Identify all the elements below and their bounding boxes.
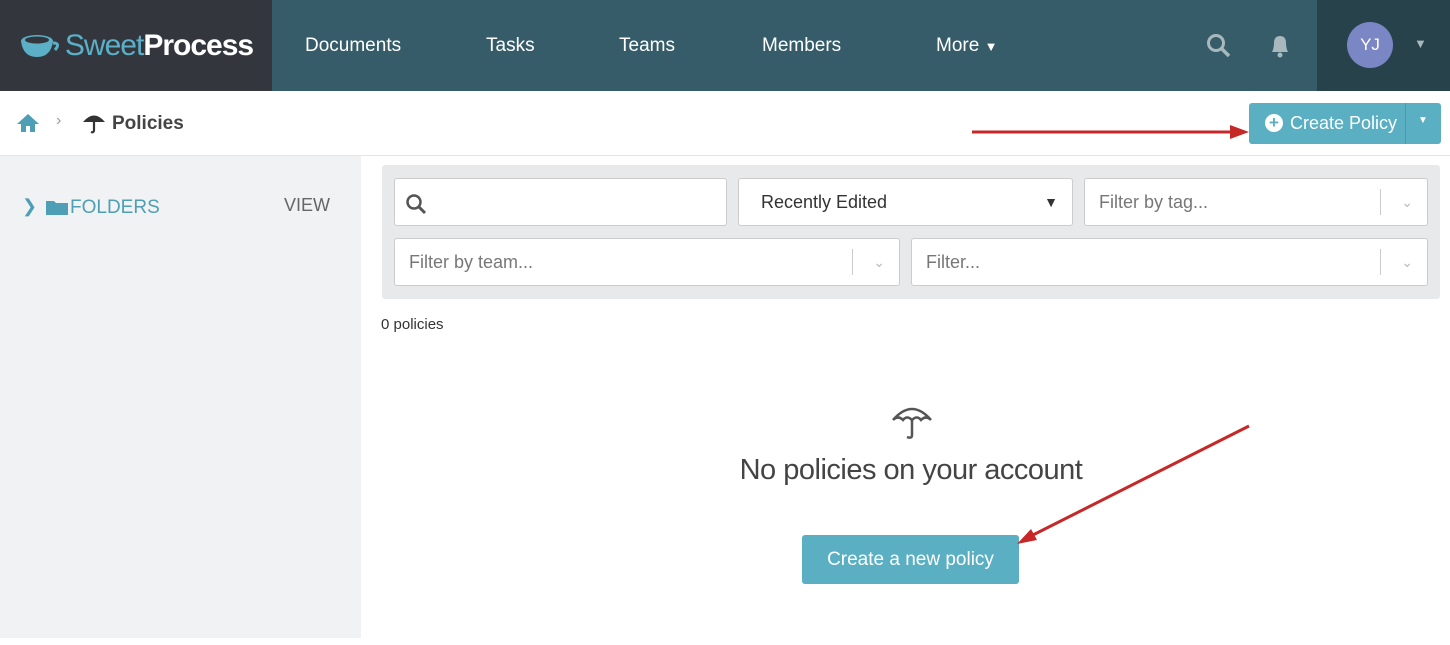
team-filter[interactable]: Filter by team... ⌄ [394,238,900,286]
plus-circle-icon: + [1265,114,1283,132]
generic-filter[interactable]: Filter... ⌄ [911,238,1428,286]
logo-text-sweet: Sweet [64,28,144,62]
chevron-down-icon: ▼ [984,39,998,54]
breadcrumb-separator: › [56,112,62,129]
button-divider [1405,103,1406,144]
tag-placeholder: Filter by tag... [1099,192,1209,212]
folder-icon [46,199,68,215]
chevron-down-icon: ⌄ [873,254,885,270]
umbrella-icon [890,402,934,442]
sort-value: Recently Edited [761,192,888,212]
annotation-arrow [1017,424,1250,544]
logo[interactable]: Sweet Process [0,0,272,91]
sort-select[interactable]: Recently Edited ▼ [738,178,1073,226]
view-link[interactable]: VIEW [284,195,330,216]
folders-toggle[interactable]: FOLDERS [70,197,160,219]
umbrella-icon [82,111,106,135]
chevron-down-icon: ⌄ [1401,254,1413,270]
search-input[interactable] [394,178,727,226]
chevron-down-icon[interactable]: ▼ [1414,36,1427,51]
sidebar: ❯ FOLDERS VIEW [0,156,361,638]
caret-down-icon[interactable]: ▼ [1418,115,1428,126]
tag-filter[interactable]: Filter by tag... ⌄ [1084,178,1428,226]
nav-members[interactable]: Members [762,0,841,91]
annotation-arrow [972,125,1249,139]
policy-count: 0 policies [381,316,444,333]
nav-tasks[interactable]: Tasks [486,0,535,91]
filter-panel: Recently Edited ▼ Filter by tag... ⌄ Filte… [382,165,1440,299]
breadcrumb-current: Policies [112,113,184,134]
chevron-down-icon: ▼ [1044,194,1058,210]
filter-placeholder: Filter... [926,252,981,272]
home-icon[interactable] [16,112,40,134]
create-policy-label: Create Policy [1290,113,1398,133]
nav-teams[interactable]: Teams [619,0,675,91]
bell-icon[interactable] [1268,33,1292,59]
team-placeholder: Filter by team... [409,252,534,272]
chevron-down-icon: ⌄ [1401,194,1413,210]
chevron-right-icon[interactable]: ❯ [22,196,37,217]
create-new-policy-button[interactable]: Create a new policy [802,535,1019,584]
create-policy-button[interactable]: + Create Policy ▼ [1249,103,1441,144]
search-icon [406,194,427,215]
cup-icon [20,34,59,57]
nav-more[interactable]: More ▼ [936,0,997,91]
avatar[interactable]: YJ [1347,22,1393,68]
nav-documents[interactable]: Documents [305,0,401,91]
logo-text-process: Process [143,28,254,62]
nav-more-label: More [936,35,980,56]
search-icon[interactable] [1206,33,1232,59]
